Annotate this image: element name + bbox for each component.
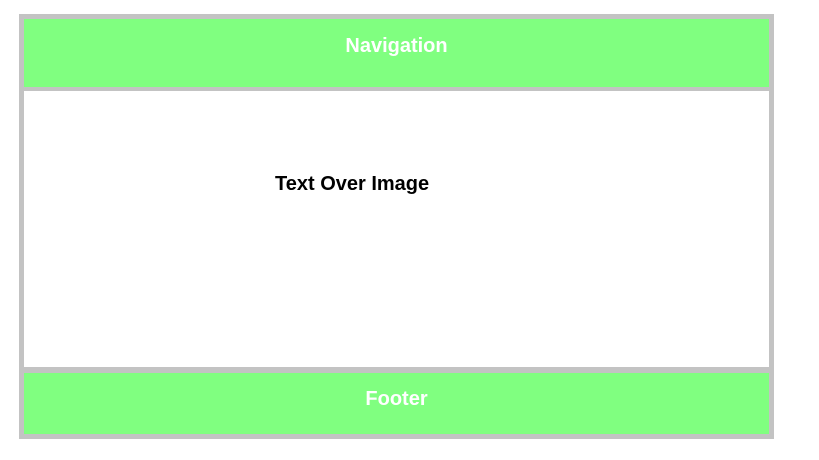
layout-frame: Navigation Text Over Image Footer <box>19 14 774 439</box>
navigation-label: Navigation <box>345 34 448 57</box>
footer-label: Footer <box>365 388 428 410</box>
image-area: Text Over Image <box>24 91 769 367</box>
footer-bar: Footer <box>24 373 769 434</box>
overlay-text: Text Over Image <box>275 173 430 195</box>
navigation-bar: Navigation <box>24 19 769 87</box>
